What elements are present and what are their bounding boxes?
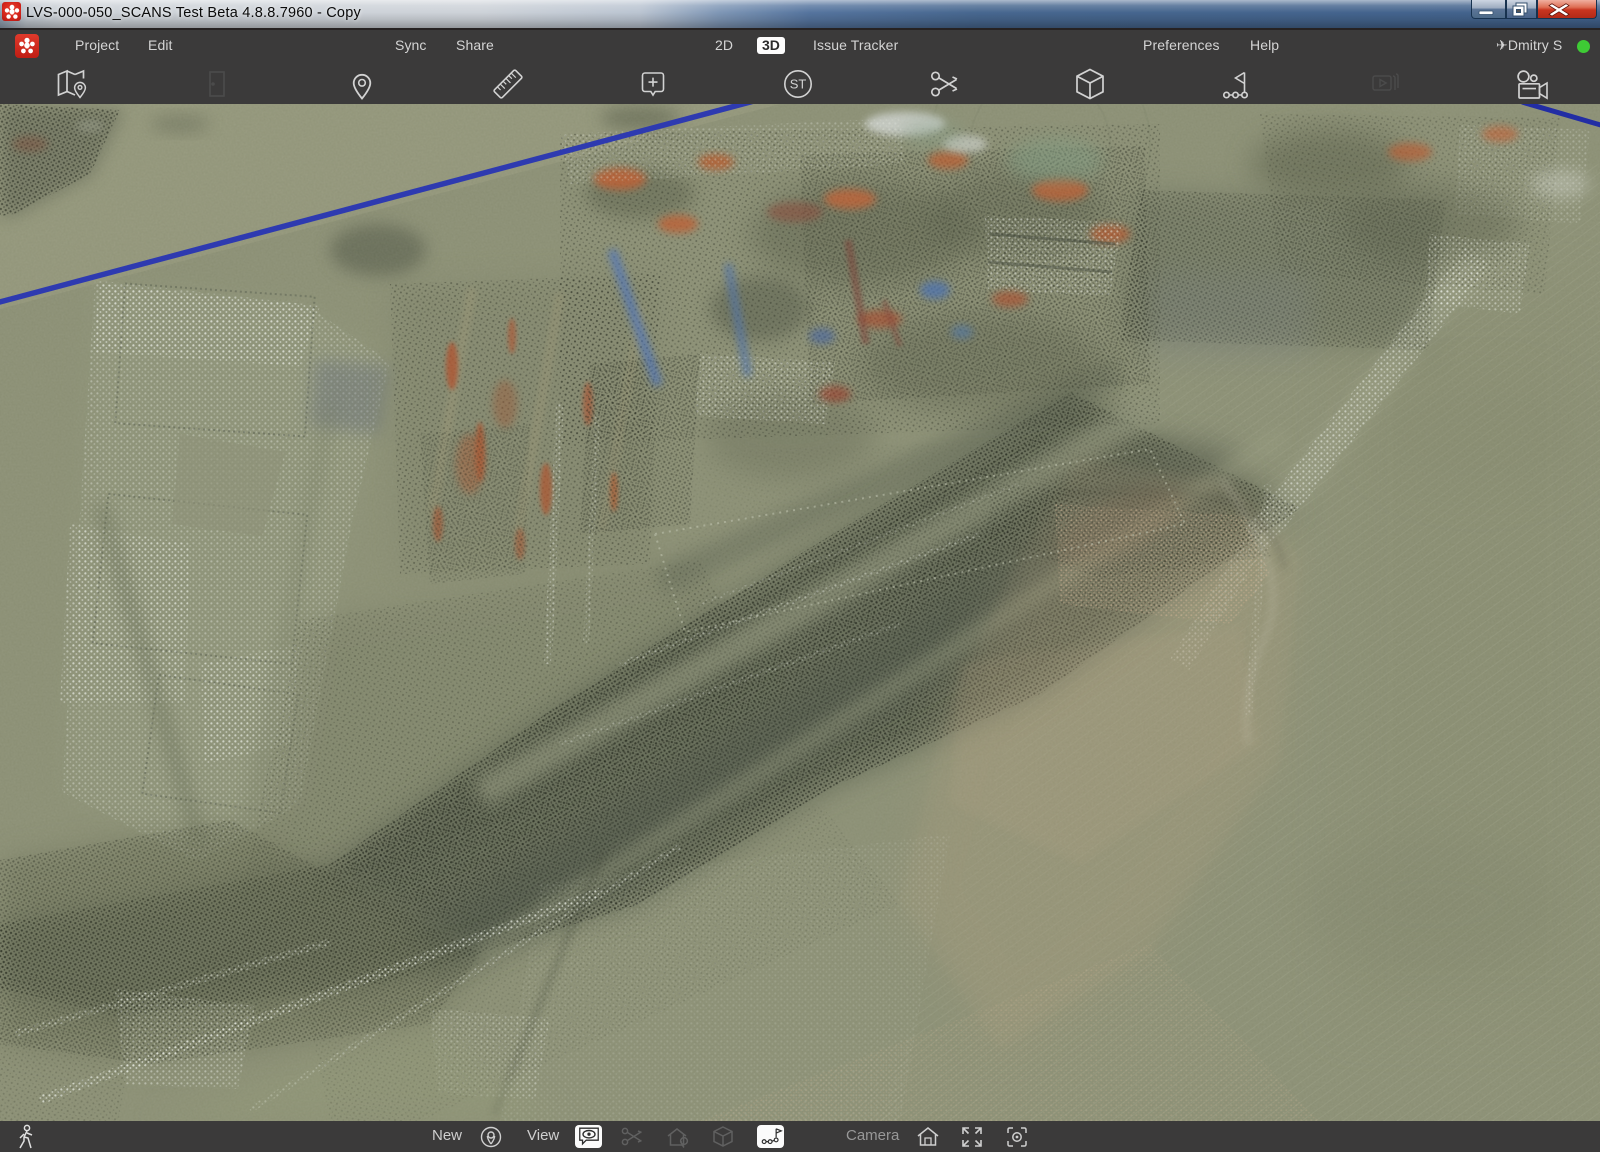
svg-text:ST: ST bbox=[790, 77, 807, 92]
